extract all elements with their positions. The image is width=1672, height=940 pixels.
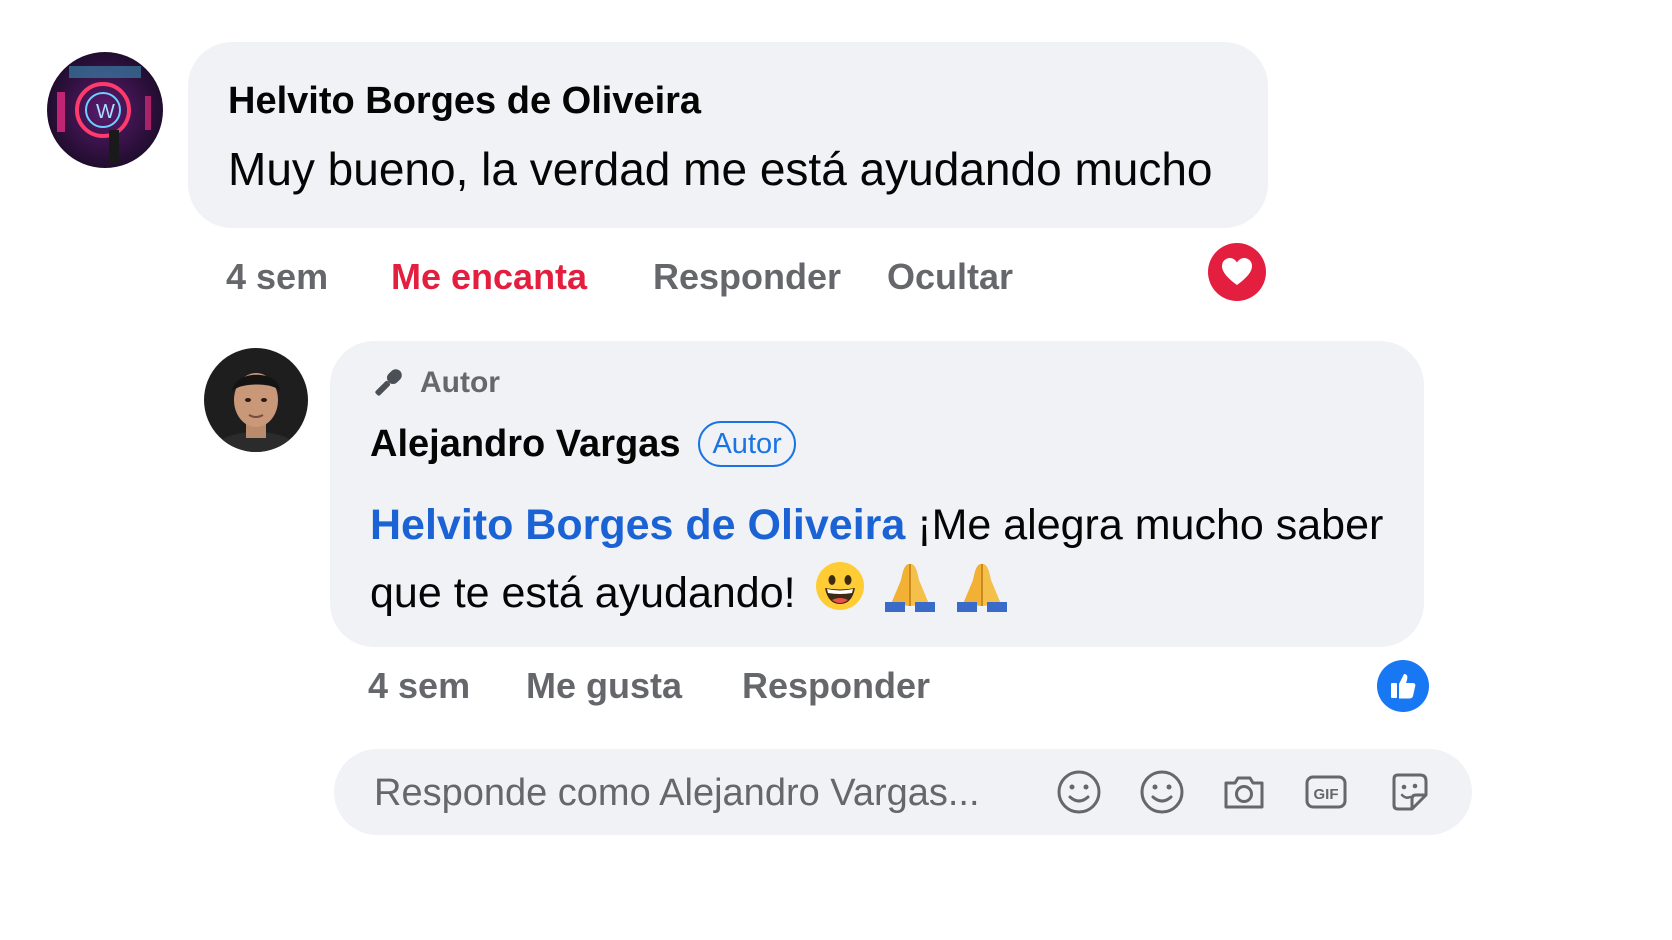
heart-reaction-badge[interactable] [1208,243,1266,301]
reply-input[interactable] [372,767,1016,819]
gif-button[interactable]: GIF [1301,767,1351,817]
reply-author-row: Alejandro Vargas Autor [370,421,796,467]
smile-icon [1057,770,1101,814]
camera-button[interactable] [1219,767,1269,817]
comment-author-name[interactable]: Helvito Borges de Oliveira [228,80,701,123]
like-button[interactable]: Me gusta [526,665,682,707]
reply-text: Helvito Borges de Oliveira ¡Me alegra mu… [370,491,1410,632]
grinning-face-emoji [814,560,866,632]
author-role-tag: Autor [370,365,500,401]
gif-icon: GIF [1305,775,1347,809]
emoji-button[interactable] [1054,767,1104,817]
smile-icon [1140,770,1184,814]
reply-button[interactable]: Responder [653,256,841,298]
reply-to-reply-button[interactable]: Responder [742,665,930,707]
folded-hands-emoji [883,560,937,632]
mention-link[interactable]: Helvito Borges de Oliveira [370,501,905,549]
reply-author-avatar[interactable] [204,348,308,452]
svg-text:GIF: GIF [1314,786,1339,803]
sticker-button[interactable] [1384,767,1434,817]
camera-icon [1224,776,1264,809]
reply-composer: GIF [334,749,1472,835]
comment-actions: 4 sem Me encanta Responder Ocultar [226,256,1126,300]
microphone-icon [375,369,402,396]
comment-timestamp[interactable]: 4 sem [226,256,328,298]
folded-hands-emoji [955,560,1009,632]
like-reaction-badge[interactable] [1377,660,1429,712]
author-badge: Autor [698,421,796,467]
comment-text: Muy bueno, la verdad me está ayudando mu… [228,143,1213,195]
avatar-sticker-button[interactable] [1137,767,1187,817]
reply-timestamp[interactable]: 4 sem [368,665,470,707]
svg-text:W: W [96,101,115,123]
reply-author-name[interactable]: Alejandro Vargas [370,423,680,466]
commenter-avatar[interactable]: W [47,52,163,168]
thumbs-up-icon [1391,674,1416,699]
comment-bubble: Helvito Borges de Oliveira Muy bueno, la… [188,42,1268,228]
reply-bubble: Autor Alejandro Vargas Autor Helvito Bor… [330,341,1424,647]
hide-button[interactable]: Ocultar [887,256,1013,298]
heart-icon [1222,258,1252,285]
reaction-love-button[interactable]: Me encanta [391,256,587,298]
author-role-label: Autor [420,366,500,399]
sticker-icon [1392,773,1428,811]
reply-actions: 4 sem Me gusta Responder [368,665,1068,709]
